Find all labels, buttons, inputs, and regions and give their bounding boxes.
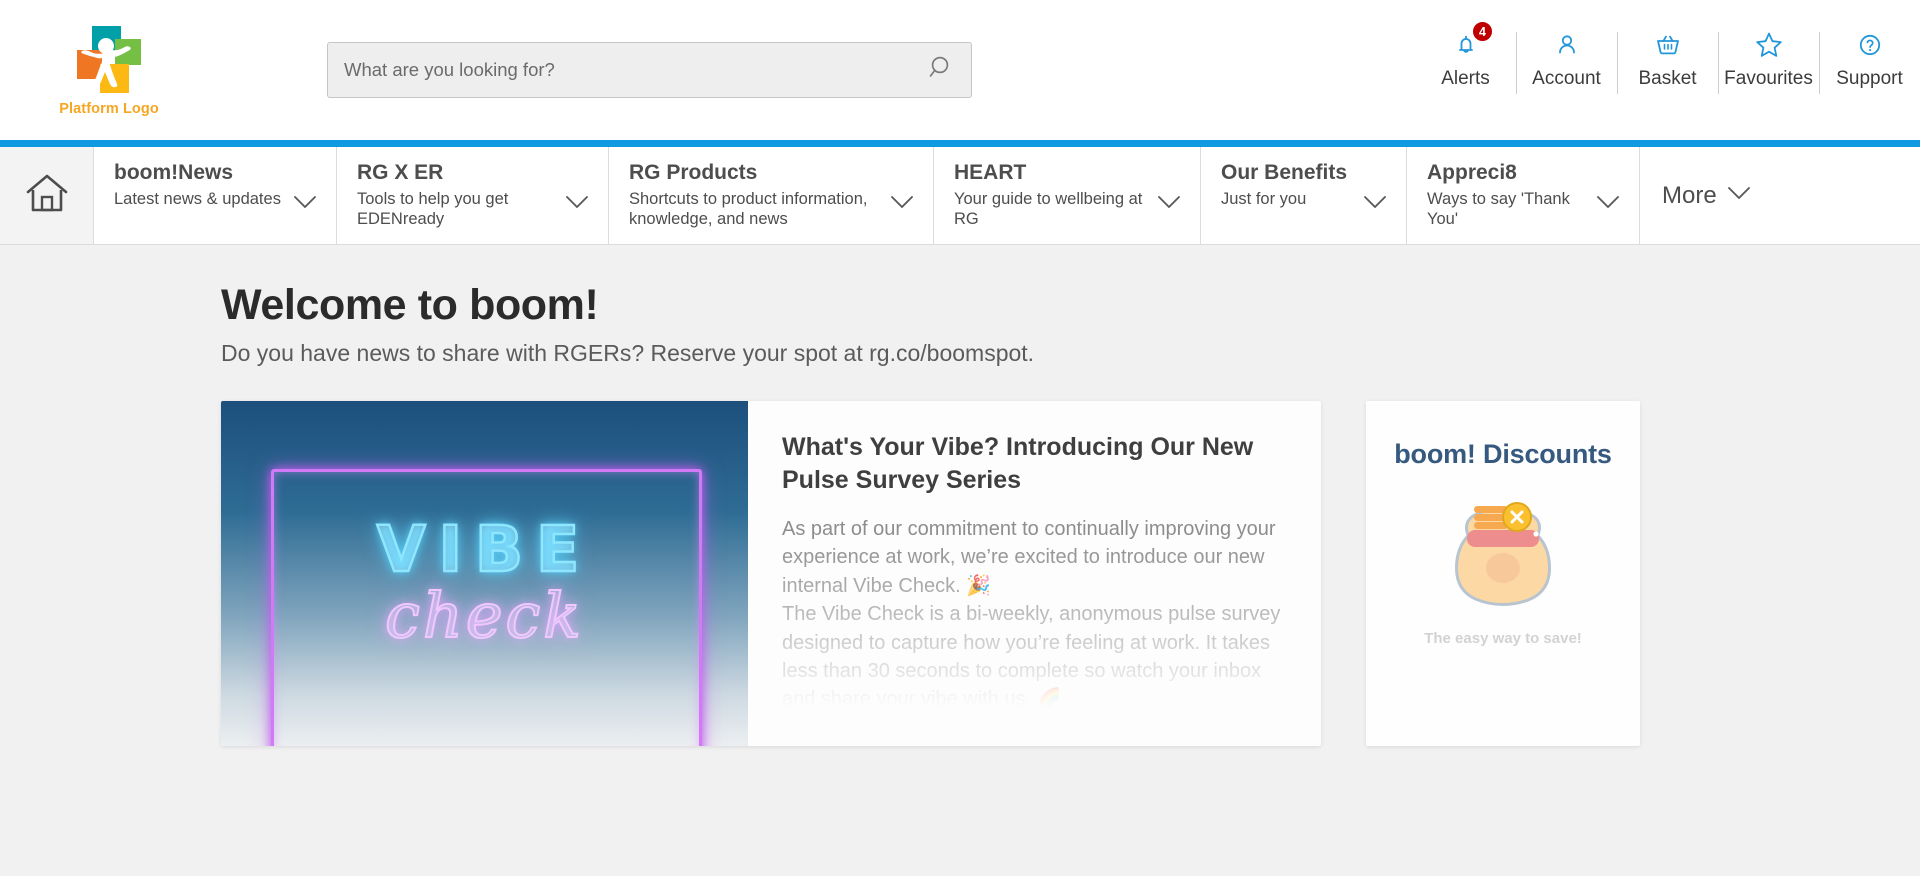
chevron-down-icon[interactable] [1156,194,1182,219]
header-action-basket[interactable]: Basket [1617,28,1718,94]
home-icon [22,170,72,221]
article-body: What's Your Vibe? Introducing Our New Pu… [748,401,1321,746]
vibe-check-neon-sign: VIBE check [221,401,748,746]
nav-item-subtitle: Your guide to wellbeing at RG [954,189,1143,229]
nav-item-subtitle: Ways to say 'Thank You' [1427,189,1570,229]
search-box[interactable] [327,42,972,98]
search-icon[interactable] [929,55,955,86]
article-paragraph: As part of our commitment to continually… [782,518,1276,597]
question-circle-icon [1855,28,1885,62]
page-title: Welcome to boom! [221,281,599,329]
header-action-label: Account [1532,68,1601,89]
money-pot-icon [1444,488,1562,608]
nav-home-button[interactable] [0,147,94,244]
nav-item-title: RG X ER [357,161,444,184]
star-icon [1753,28,1785,62]
main-content: Welcome to boom! Do you have news to sha… [0,245,1920,746]
chevron-down-icon[interactable] [1726,185,1752,206]
header-action-account[interactable]: Account [1516,28,1617,94]
chevron-down-icon[interactable] [292,194,318,219]
article-paragraph: The Vibe Check is a bi-weekly, anonymous… [782,603,1281,711]
nav-item-title: HEART [954,161,1027,184]
person-icon [1552,28,1582,62]
chevron-down-icon[interactable] [564,194,590,219]
nav-item-our-benefits[interactable]: Our Benefits Just for you [1201,147,1407,244]
article-title: What's Your Vibe? Introducing Our New Pu… [782,433,1254,494]
nav-item-title: Our Benefits [1221,161,1348,184]
primary-nav: boom!News Latest news & updates RG X ER … [0,147,1920,245]
cards-row: VIBE check What's Your Vibe? Introducing… [221,401,1920,746]
header-action-label: Support [1836,68,1903,89]
header-action-support[interactable]: Support [1819,28,1920,94]
discounts-title: boom! Discounts [1394,439,1612,469]
header-action-label: Favourites [1724,68,1813,89]
nav-item-subtitle: Shortcuts to product information, knowle… [629,189,868,229]
nav-item-appreci8[interactable]: Appreci8 Ways to say 'Thank You' [1407,147,1640,244]
header-actions: 4 Alerts Account Basket Favourites Suppo… [1415,20,1920,94]
accent-rule [0,140,1920,147]
alerts-badge: 4 [1471,20,1494,43]
nav-item-rg-products[interactable]: RG Products Shortcuts to product informa… [609,147,934,244]
search-wrap [327,42,972,98]
header-action-alerts[interactable]: 4 Alerts [1415,20,1516,90]
nav-item-heart[interactable]: HEART Your guide to wellbeing at RG [934,147,1201,244]
pinwheel-person-logo [72,24,146,96]
nav-item-title: Appreci8 [1427,161,1517,184]
nav-item-subtitle: Latest news & updates [114,189,281,208]
logo-caption: Platform Logo [59,100,159,117]
page-subtitle: Do you have news to share with RGERs? Re… [221,340,1035,366]
header-action-favourites[interactable]: Favourites [1718,28,1819,94]
discounts-card[interactable]: boom! Discounts The easy way to save! [1366,401,1640,746]
search-input[interactable] [344,59,929,81]
nav-item-rg-x-er[interactable]: RG X ER Tools to help you get EDENready [337,147,609,244]
discounts-footer: The easy way to save! [1424,630,1582,647]
site-header: Platform Logo 4 Alerts [0,0,1920,140]
header-action-label: Basket [1638,68,1697,89]
chevron-down-icon[interactable] [889,194,915,219]
nav-item-title: RG Products [629,161,758,184]
basket-icon [1653,28,1683,62]
nav-item-subtitle: Just for you [1221,189,1307,208]
nav-item-boom-news[interactable]: boom!News Latest news & updates [94,147,337,244]
neon-script: check [384,578,584,653]
neon-word: VIBE [376,512,593,588]
chevron-down-icon[interactable] [1595,194,1621,219]
nav-item-more[interactable]: More [1640,147,1920,244]
article-card[interactable]: VIBE check What's Your Vibe? Introducing… [221,401,1321,746]
nav-item-subtitle: Tools to help you get EDENready [357,189,509,229]
header-action-label: Alerts [1441,68,1490,89]
article-text: As part of our commitment to continually… [782,515,1287,714]
nav-more-label: More [1662,181,1717,209]
logo-block[interactable]: Platform Logo [14,24,204,117]
nav-item-title: boom!News [114,161,234,184]
chevron-down-icon[interactable] [1362,194,1388,219]
